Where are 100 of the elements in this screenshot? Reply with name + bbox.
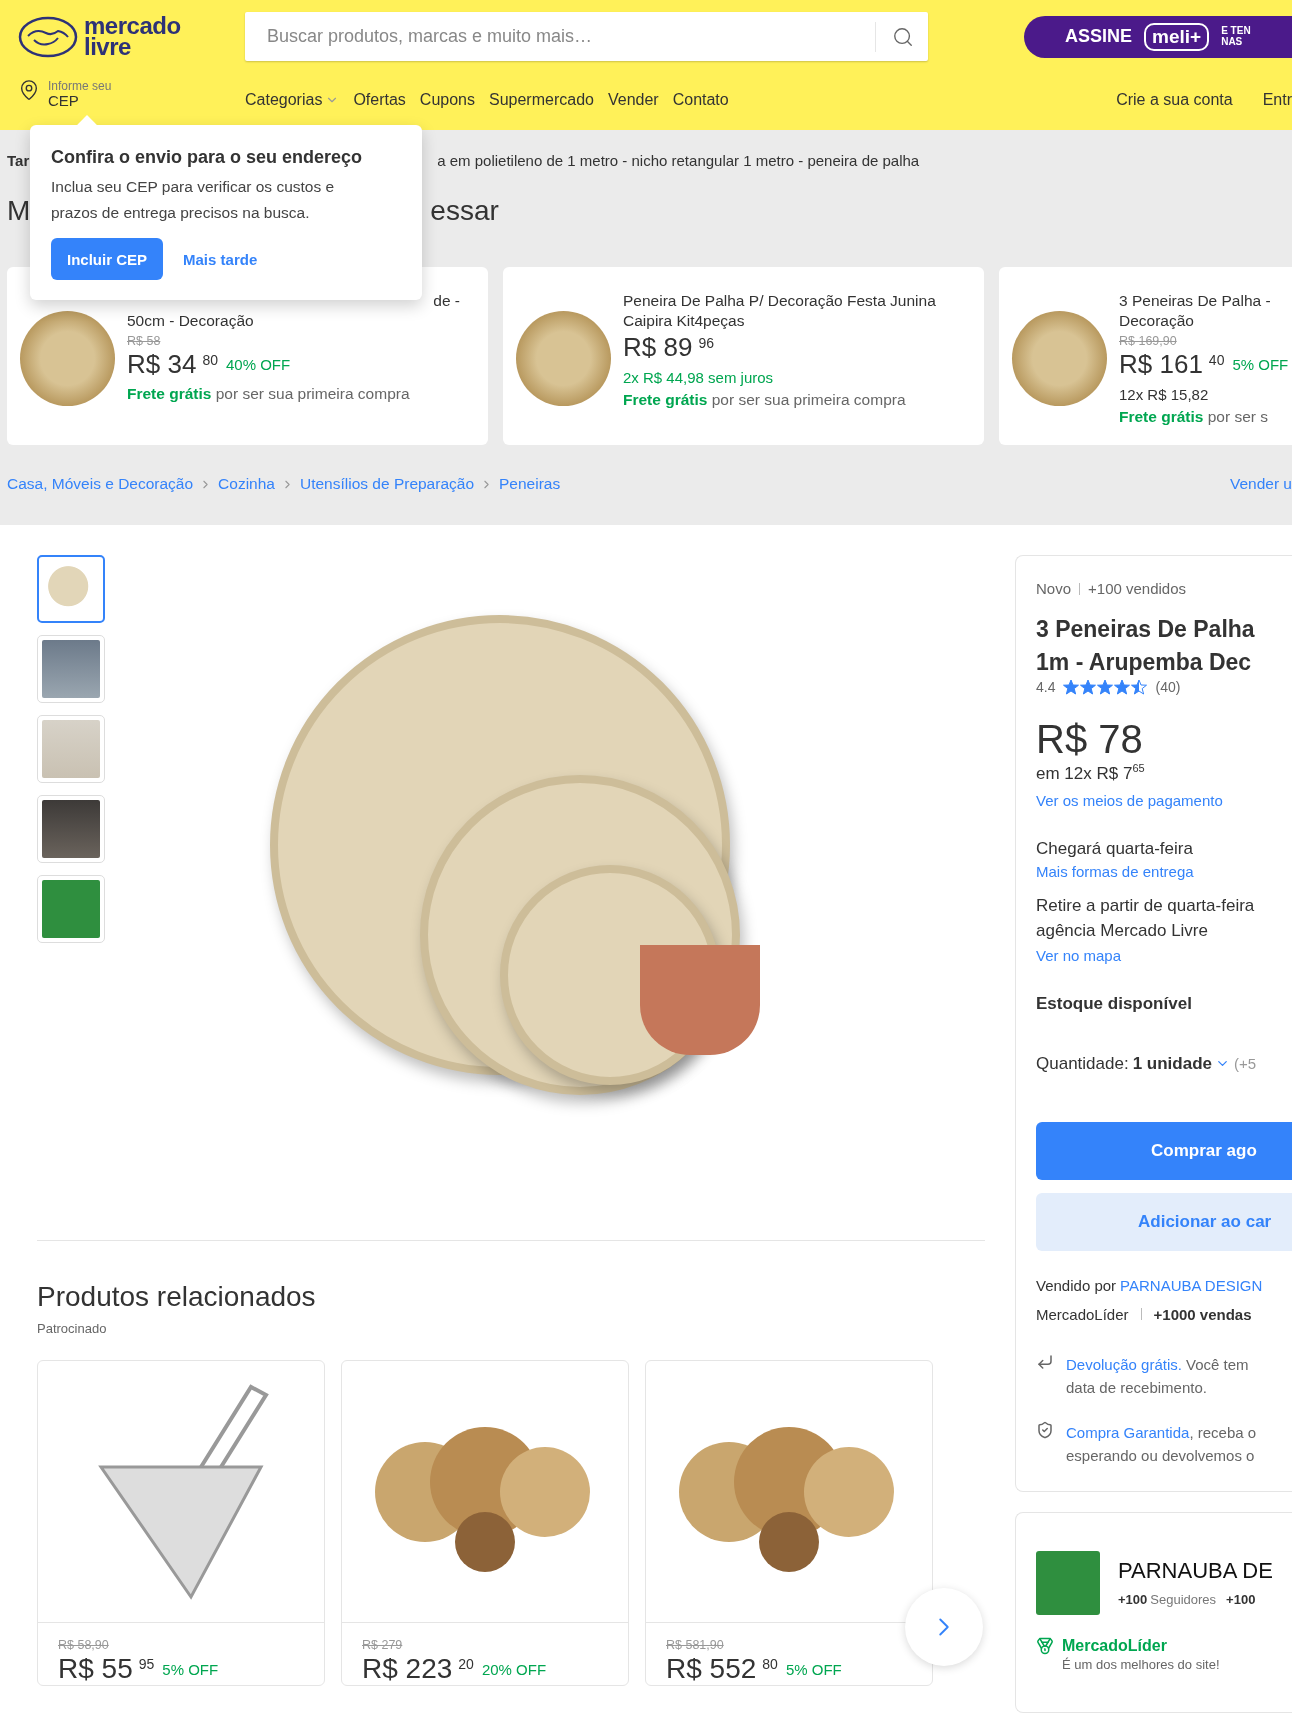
rating-value: 4.4	[1036, 679, 1056, 695]
benefit-link[interactable]: Compra Garantida	[1066, 1423, 1190, 1441]
product-title: 3 Peneiras De Palha	[1036, 615, 1256, 644]
logo-text: mercado livre	[84, 16, 181, 57]
product-title: 50cm - Decoração	[127, 311, 255, 331]
sold-count: +100 vendidos	[1088, 580, 1187, 597]
benefit-text: data de recebimento.	[1066, 1377, 1208, 1398]
old-price: R$ 58,90	[58, 1638, 110, 1652]
benefit-text: Devolução grátis. Você tem	[1066, 1354, 1249, 1375]
location-label: Informe seu	[48, 79, 112, 93]
seller-note: É um dos melhores do site!	[1062, 1656, 1221, 1672]
product-title: Peneira De Palha P/ Decoração Festa Junina	[623, 291, 937, 311]
old-price: R$ 169,90	[1119, 334, 1178, 348]
search-icon	[892, 25, 914, 48]
medal-icon	[1036, 1636, 1054, 1655]
nav-link[interactable]: Cupons	[419, 91, 475, 109]
promo-tagline: E TEN NAS	[1221, 26, 1251, 47]
discount-label: 40% OFF	[225, 356, 291, 373]
price-cents: 95	[138, 1656, 155, 1672]
benefit-link[interactable]: Devolução grátis.	[1066, 1355, 1182, 1373]
price: R$ 78	[1036, 717, 1144, 762]
shield-check-icon	[1036, 1420, 1054, 1439]
search-bar[interactable]: Buscar produtos, marcas e muito mais…	[245, 12, 928, 61]
account-link[interactable]: Entr	[1262, 91, 1292, 109]
price-cents: 80	[202, 352, 218, 368]
search-context-text: a em polietileno de 1 metro - nicho retangular 1 metro - peneira de palha	[437, 152, 920, 169]
subscription-banner[interactable]: ASSINE meli+ E TEN NAS	[1024, 15, 1292, 58]
benefit-text: esperando ou devolvemos o	[1066, 1445, 1256, 1466]
popup-text: Inclua seu CEP para verificar os custos e prazos de entrega precisos na busca.	[51, 177, 336, 223]
search-context-text: Tar	[7, 152, 30, 169]
seller-status-label: MercadoLíder	[1036, 1305, 1129, 1323]
product-title: de -	[432, 291, 461, 311]
buy-button[interactable]: Comprar ago	[1036, 1121, 1292, 1180]
quantity-available: (+5	[1234, 1055, 1257, 1073]
price-cents: 96	[698, 335, 714, 351]
star-icon	[1063, 679, 1080, 695]
product-title: 3 Peneiras De Palha -	[1119, 291, 1272, 311]
stat-value: +100	[1226, 1592, 1256, 1608]
later-link[interactable]: Mais tarde	[183, 250, 258, 268]
product-title: Decoração	[1119, 311, 1195, 331]
price: R$ 161	[1119, 349, 1203, 380]
nav-link[interactable]: Supermercado	[489, 91, 594, 109]
discount-label: 5% OFF	[785, 1660, 842, 1678]
old-price: R$ 581,90	[666, 1638, 725, 1652]
product-card[interactable]: R$ 279 R$ 223 20 20% OFF	[341, 1360, 629, 1686]
sales-count: +1000 vendas	[1153, 1305, 1252, 1323]
price-cents: 40	[1208, 352, 1225, 368]
star-icon	[1097, 679, 1114, 695]
price: R$ 223	[362, 1653, 453, 1685]
promo-action: ASSINE	[1065, 26, 1133, 47]
discount-label: 5% OFF	[1232, 356, 1289, 373]
star-icon	[1080, 679, 1097, 695]
gallery-thumbnail[interactable]	[37, 555, 105, 623]
product-title: 1m - Arupemba Dec	[1036, 648, 1253, 677]
price-cents: 20	[458, 1656, 474, 1672]
product-card[interactable]: Peneira De Palha P/ Decoração Festa Junina Caipira Kit4peças R$ 89 96 2x R$ 44,98 sem juros Frete grátis por ser sua primeira compra	[503, 267, 984, 445]
sold-by-label: Vendido por	[1036, 1276, 1117, 1294]
nav-link[interactable]: Categorias	[245, 91, 340, 109]
product-title: Caipira Kit4peças	[623, 311, 746, 331]
seller-link[interactable]: PARNAUBA DESIGN	[1120, 1276, 1263, 1294]
location-link[interactable]: CEP	[48, 93, 112, 109]
price-cents: 80	[762, 1656, 778, 1672]
pickup-text: Retire a partir de quarta-feira	[1036, 895, 1256, 916]
discount-label: 20% OFF	[481, 1660, 547, 1678]
search-button[interactable]	[875, 21, 914, 52]
quantity-selector[interactable]: 1 unidade	[1132, 1053, 1230, 1074]
half-star-icon	[1131, 679, 1148, 695]
delivery-link[interactable]: Mais formas de entrega	[1036, 862, 1292, 880]
pickup-text: agência Mercado Livre	[1036, 920, 1209, 941]
discount-label: 5% OFF	[162, 1660, 219, 1678]
installments-text: 2x R$ 44,98 sem juros	[623, 369, 775, 386]
installments-text: 12x R$ 15,82	[1119, 386, 1210, 403]
map-link[interactable]: Ver no mapa	[1036, 946, 1292, 964]
seller-name: PARNAUBA DE	[1118, 1558, 1274, 1585]
seller-logo	[1036, 1550, 1100, 1615]
nav-link[interactable]: Contato	[672, 91, 729, 109]
old-price: R$ 279	[362, 1638, 404, 1652]
location-pin-icon	[18, 79, 40, 101]
product-card[interactable]: R$ 581,90 R$ 552 80 5% OFF	[645, 1360, 933, 1686]
account-link[interactable]: Crie a sua conta	[1116, 91, 1233, 109]
section-heading: Produtos relacionados	[37, 1281, 317, 1313]
shipping-text: Frete grátis por ser sua primeira compra	[623, 391, 907, 409]
old-price: R$ 58	[127, 334, 162, 348]
product-card[interactable]: 3 Peneiras De Palha - Decoração R$ 169,90 R$ 161 40 5% OFF 12x R$ 15,82 Frete grátis por ser s	[999, 267, 1292, 445]
stat-label: Seguidores	[1150, 1592, 1217, 1608]
popup-title: Confira o envio para o seu endereço	[51, 147, 364, 168]
payment-link[interactable]: Ver os meios de pagamento	[1036, 791, 1292, 809]
shipping-text: Frete grátis por ser s	[1119, 408, 1270, 426]
price: R$ 55	[58, 1653, 133, 1685]
shipping-text: Frete grátis por ser sua primeira compra	[127, 385, 411, 403]
price: R$ 34	[127, 349, 197, 380]
benefit-text: Compra Garantida, receba o	[1066, 1422, 1257, 1443]
product-card[interactable]: R$ 58,90 R$ 55 95 5% OFF	[37, 1360, 325, 1686]
nav-link[interactable]: Ofertas	[353, 91, 406, 109]
star-icon	[1114, 679, 1131, 695]
section-heading: M	[7, 195, 31, 227]
nav-link[interactable]: Vender	[607, 91, 659, 109]
condition-text: Novo	[1036, 580, 1072, 597]
delivery-text: Chegará quarta-feira	[1036, 838, 1194, 859]
include-cep-button[interactable]: Incluir CEP	[51, 238, 164, 280]
